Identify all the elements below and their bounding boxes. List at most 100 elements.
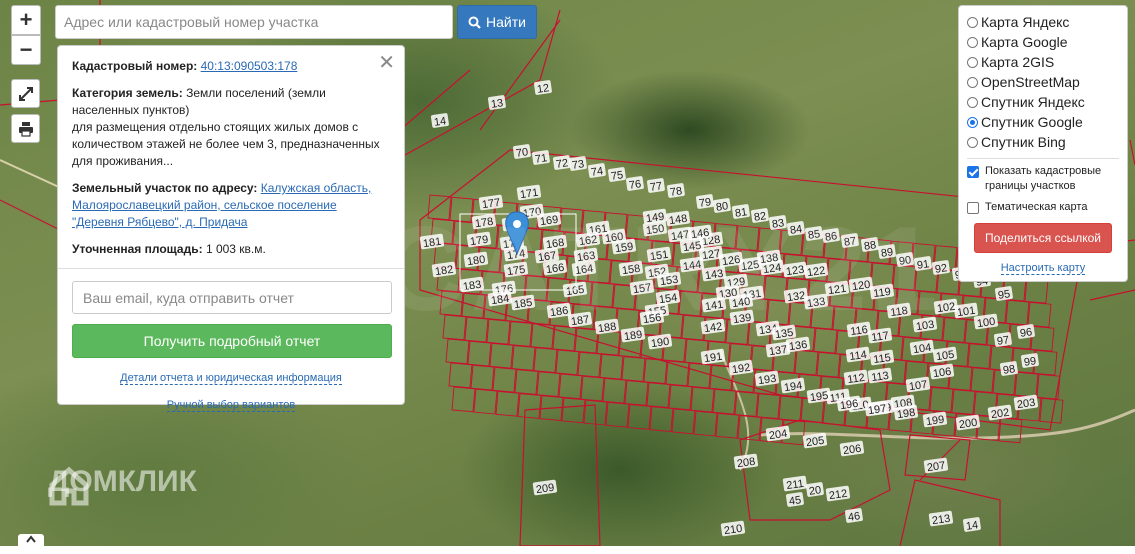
lot-boundary[interactable] <box>445 338 470 365</box>
lot-boundary[interactable] <box>998 417 1023 444</box>
lot-boundary[interactable] <box>690 386 715 413</box>
search-icon <box>468 16 481 29</box>
lot-boundary[interactable] <box>643 358 668 385</box>
lot-boundary[interactable] <box>1024 277 1049 304</box>
layer-radio[interactable] <box>967 96 978 108</box>
setup-map-link[interactable]: Настроить карту <box>1000 262 1086 275</box>
lot-boundary[interactable] <box>624 380 649 406</box>
lot-boundary[interactable] <box>1030 325 1055 352</box>
report-details-link[interactable]: Детали отчета и юридическая информация <box>120 372 342 385</box>
lot-boundary[interactable] <box>942 317 967 343</box>
lot-boundary[interactable] <box>1005 299 1030 326</box>
lot-boundary[interactable] <box>1014 371 1039 398</box>
lot-boundary[interactable] <box>778 395 803 422</box>
lot-boundary[interactable] <box>514 369 539 395</box>
lot-boundary[interactable] <box>967 343 992 370</box>
lot-boundary[interactable] <box>511 345 536 371</box>
lot-boundary[interactable] <box>1027 301 1052 328</box>
lot-boundary[interactable] <box>756 393 781 420</box>
parcel-number: 115 <box>873 352 892 366</box>
share-link-button[interactable]: Поделиться ссылкой <box>974 223 1112 253</box>
manual-selection-link[interactable]: Ручной выбор вариантов <box>166 399 296 412</box>
lot-boundary[interactable] <box>602 377 627 404</box>
layer-option-label: Карта 2GIS <box>981 54 1055 70</box>
lot-boundary[interactable] <box>951 389 976 415</box>
lot-boundary[interactable] <box>448 362 473 389</box>
house-logo-icon <box>49 466 89 506</box>
parcel-number: 194 <box>783 380 803 394</box>
layer-radio[interactable] <box>967 56 978 68</box>
lot-boundary[interactable] <box>467 340 492 367</box>
lot-boundary[interactable] <box>668 384 693 411</box>
lot-boundary[interactable] <box>646 382 671 409</box>
parcel-number: 191 <box>703 351 723 365</box>
lot-boundary[interactable] <box>492 366 517 393</box>
parcel-boundary[interactable] <box>519 404 601 546</box>
lot-boundary[interactable] <box>555 349 580 376</box>
get-report-button[interactable]: Получить подробный отчет <box>72 324 392 358</box>
parcel-number: 196 <box>839 398 859 412</box>
layer-option[interactable]: Карта 2GIS <box>967 52 1119 72</box>
search-button[interactable]: Найти <box>457 5 537 39</box>
lot-boundary[interactable] <box>671 408 696 435</box>
lot-boundary[interactable] <box>712 388 737 415</box>
parcel-number: 75 <box>610 169 624 183</box>
lot-boundary[interactable] <box>970 367 995 394</box>
layer-radio[interactable] <box>967 36 978 48</box>
layer-radio[interactable] <box>967 136 978 148</box>
parcel-boundary[interactable] <box>899 439 1001 546</box>
print-button[interactable] <box>11 114 40 143</box>
lot-boundary[interactable] <box>649 406 674 433</box>
lot-boundary[interactable] <box>561 397 586 424</box>
lot-boundary[interactable] <box>693 410 718 437</box>
chevron-up-icon <box>26 535 36 543</box>
thematic-map-option[interactable]: Тематическая карта <box>967 200 1119 215</box>
map-watermark: CATRY21 <box>380 202 942 336</box>
scroll-up-button[interactable] <box>18 534 44 554</box>
parcel-boundary[interactable] <box>904 434 971 481</box>
lot-boundary[interactable] <box>533 347 558 374</box>
lot-boundary[interactable] <box>929 386 954 413</box>
layer-option[interactable]: OpenStreetMap <box>967 72 1119 92</box>
show-borders-option[interactable]: Показать кадастровые границы участков <box>967 164 1119 194</box>
lot-boundary[interactable] <box>470 364 495 391</box>
zoom-out-button[interactable]: − <box>11 35 41 65</box>
lot-boundary[interactable] <box>536 371 561 398</box>
lot-boundary[interactable] <box>473 388 498 415</box>
printer-icon <box>18 121 33 137</box>
layer-option[interactable]: Спутник Bing <box>967 132 1119 152</box>
lot-boundary[interactable] <box>451 386 476 413</box>
lot-boundary[interactable] <box>605 401 630 428</box>
thematic-map-checkbox[interactable] <box>967 202 979 214</box>
lot-boundary[interactable] <box>627 404 652 430</box>
search-button-label: Найти <box>486 14 526 30</box>
lot-boundary[interactable] <box>580 375 605 402</box>
lot-boundary[interactable] <box>794 349 819 376</box>
layer-option[interactable]: Карта Яндекс <box>967 12 1119 32</box>
lot-boundary[interactable] <box>489 342 514 369</box>
email-field[interactable] <box>72 281 392 314</box>
layer-option[interactable]: Карта Google <box>967 32 1119 52</box>
show-borders-checkbox[interactable] <box>967 166 979 178</box>
lot-boundary[interactable] <box>495 390 520 417</box>
parcel-number: 113 <box>871 370 890 384</box>
lot-boundary[interactable] <box>715 412 740 439</box>
lot-boundary[interactable] <box>621 356 646 382</box>
lot-boundary[interactable] <box>558 373 583 400</box>
layer-option[interactable]: Спутник Google <box>967 112 1119 132</box>
lot-boundary[interactable] <box>687 362 712 389</box>
layer-option[interactable]: Спутник Яндекс <box>967 92 1119 112</box>
layer-radio[interactable] <box>967 76 978 88</box>
layer-radio[interactable] <box>967 16 978 28</box>
lot-boundary[interactable] <box>517 393 542 419</box>
lot-boundary[interactable] <box>599 353 624 380</box>
zoom-in-button[interactable]: + <box>11 5 41 35</box>
lot-boundary[interactable] <box>816 351 841 378</box>
layer-radio[interactable] <box>967 116 978 128</box>
lot-boundary[interactable] <box>577 351 602 378</box>
parcel-number: 14 <box>433 115 447 129</box>
search-input[interactable] <box>55 5 453 39</box>
fullscreen-button[interactable] <box>11 79 40 108</box>
close-icon[interactable]: ✕ <box>378 50 395 75</box>
cadastral-number-link[interactable]: 40:13:090503:178 <box>201 59 298 73</box>
